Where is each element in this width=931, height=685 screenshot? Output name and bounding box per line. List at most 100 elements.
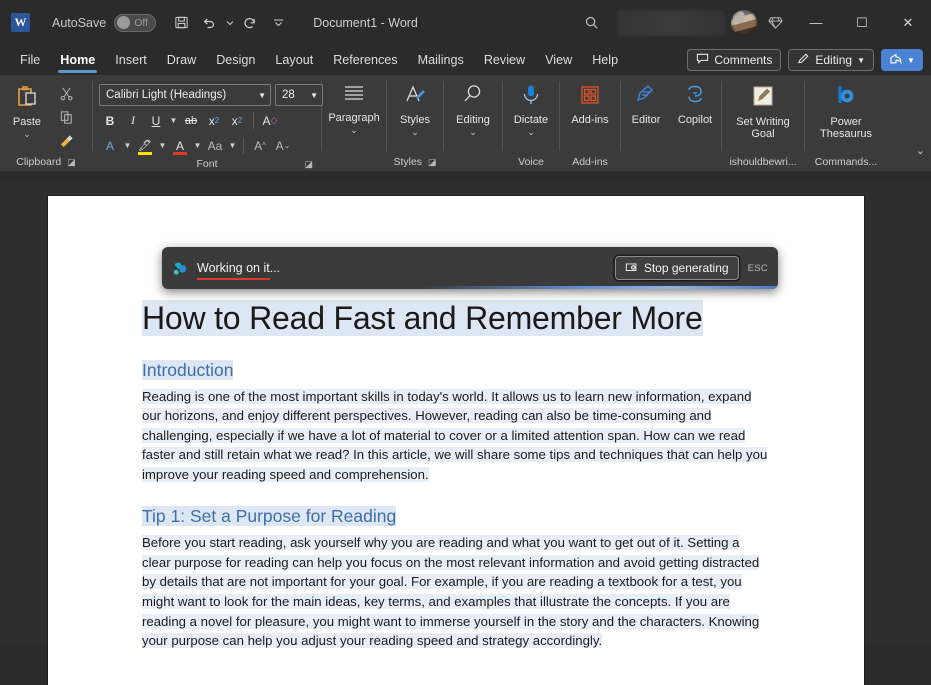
editor-copilot-group-label <box>621 154 721 171</box>
writing-goal-icon <box>750 83 776 113</box>
ribbon-group-editing: Editing ⌄ <box>444 75 502 171</box>
ribbon-group-styles: Styles ⌄ Styles ◪ <box>387 75 443 171</box>
font-dialog-launcher-icon[interactable]: ◪ <box>304 156 313 173</box>
text-effects-dropdown-icon[interactable]: ▼ <box>122 141 133 150</box>
addins-button[interactable]: Add-ins <box>563 80 617 126</box>
clipboard-dialog-launcher-icon[interactable]: ◪ <box>67 154 76 171</box>
shrink-font-button[interactable]: A ⌄ <box>272 135 294 156</box>
pencil-icon <box>797 52 810 68</box>
copilot-icon <box>683 83 707 111</box>
tab-view[interactable]: View <box>535 49 582 72</box>
tab-references[interactable]: References <box>323 49 407 72</box>
word-logo-icon: W <box>11 13 30 32</box>
autosave-state: Off <box>134 16 149 29</box>
redo-icon[interactable] <box>237 10 263 36</box>
undo-icon[interactable] <box>196 10 222 36</box>
ribbon-collapse-icon[interactable]: ⌄ <box>916 144 925 157</box>
autosave-toggle[interactable]: Off <box>114 13 157 32</box>
styles-dialog-launcher-icon[interactable]: ◪ <box>428 154 437 171</box>
customize-qat-icon[interactable] <box>265 10 291 36</box>
tab-file[interactable]: File <box>10 49 50 72</box>
separator <box>243 137 244 154</box>
stop-generating-button[interactable]: Stop generating <box>614 256 739 280</box>
change-case-button[interactable]: Aa <box>204 135 226 156</box>
change-case-dropdown-icon[interactable]: ▼ <box>227 141 238 150</box>
editor-button[interactable]: Editor <box>623 80 669 126</box>
save-icon[interactable] <box>168 10 194 36</box>
styles-button[interactable]: Styles ⌄ <box>388 80 442 138</box>
bold-button[interactable]: B <box>99 110 121 131</box>
underline-dropdown-icon[interactable]: ▼ <box>168 116 179 125</box>
chevron-down-icon[interactable]: ⌄ <box>411 127 419 137</box>
chevron-down-icon[interactable]: ▼ <box>310 91 318 100</box>
chevron-down-icon[interactable]: ⌄ <box>350 125 358 135</box>
font-color-button[interactable]: A <box>169 135 191 156</box>
eraser-icon: ◇ <box>270 115 278 125</box>
voice-group-label: Voice <box>518 156 544 168</box>
writing-goal-label: Set Writing Goal <box>736 115 790 141</box>
copy-icon[interactable] <box>54 106 78 128</box>
ribbon-group-editor-copilot: Editor Copilot <box>621 75 721 171</box>
share-button[interactable]: ▼ <box>881 49 923 71</box>
font-name-input[interactable]: Calibri Light (Headings) ▼ <box>99 84 271 106</box>
italic-button[interactable]: I <box>122 110 144 131</box>
highlight-dropdown-icon[interactable]: ▼ <box>157 141 168 150</box>
set-writing-goal-button[interactable]: Set Writing Goal <box>725 80 801 141</box>
dictate-button[interactable]: Dictate ⌄ <box>504 80 558 138</box>
paragraph-group-label <box>322 154 386 171</box>
tab-layout[interactable]: Layout <box>265 49 323 72</box>
autosave-knob <box>117 16 131 29</box>
strikethrough-button[interactable]: ab <box>180 110 202 131</box>
ribbon-group-font: Calibri Light (Headings) ▼ 28 ▼ B I U ▼ … <box>93 75 323 173</box>
power-thesaurus-label: Power Thesaurus <box>820 115 872 141</box>
tab-review[interactable]: Review <box>474 49 535 72</box>
paragraph-icon <box>341 83 367 109</box>
diamond-icon[interactable] <box>757 8 793 38</box>
power-thesaurus-icon <box>833 83 859 113</box>
paragraph-button[interactable]: Paragraph ⌄ <box>327 80 381 136</box>
autosave-label: AutoSave <box>52 15 107 30</box>
editing-button[interactable]: Editing ⌄ <box>446 80 500 138</box>
format-painter-icon[interactable] <box>54 130 78 152</box>
section-body-tip-1: Before you start reading, ask yourself w… <box>142 535 760 649</box>
editing-label: Editing <box>815 53 853 67</box>
chevron-down-icon[interactable]: ⌄ <box>527 127 535 137</box>
cut-icon[interactable] <box>54 82 78 104</box>
superscript-button[interactable]: x2 <box>226 110 248 131</box>
chevron-down-icon[interactable]: ▼ <box>258 91 266 100</box>
chevron-down-icon[interactable]: ⌄ <box>469 127 477 137</box>
editing-label: Editing <box>456 113 490 126</box>
paste-button[interactable]: Paste ⌄ <box>0 80 54 140</box>
highlight-button[interactable]: 🖊 <box>134 135 156 156</box>
section-heading-tip-1: Tip 1: Set a Purpose for Reading <box>142 506 397 527</box>
underline-button[interactable]: U <box>145 110 167 131</box>
minimize-button[interactable]: — <box>793 0 839 45</box>
tab-home[interactable]: Home <box>50 49 105 73</box>
font-size-input[interactable]: 28 ▼ <box>275 84 323 106</box>
text-effects-button[interactable]: A <box>99 135 121 156</box>
comments-button[interactable]: Comments <box>687 49 782 71</box>
tab-insert[interactable]: Insert <box>105 49 157 72</box>
editing-mode-button[interactable]: Editing ▼ <box>788 49 874 71</box>
tab-design[interactable]: Design <box>206 49 265 72</box>
chevron-down-icon[interactable]: ⌄ <box>23 129 31 139</box>
tab-help[interactable]: Help <box>582 49 628 72</box>
avatar[interactable] <box>731 9 757 36</box>
font-color-dropdown-icon[interactable]: ▼ <box>192 141 203 150</box>
maximize-button[interactable]: ☐ <box>839 0 885 45</box>
power-thesaurus-button[interactable]: Power Thesaurus <box>808 80 884 141</box>
undo-dropdown-icon[interactable] <box>224 10 235 36</box>
search-icon[interactable] <box>575 8 609 38</box>
font-group-label: Font ◪ <box>93 156 321 173</box>
section-body-introduction: Reading is one of the most important ski… <box>142 388 768 482</box>
tab-mailings[interactable]: Mailings <box>408 49 474 72</box>
close-button[interactable]: ✕ <box>885 0 931 45</box>
copilot-button[interactable]: Copilot <box>671 80 719 126</box>
styles-group-label: Styles ◪ <box>387 154 443 171</box>
tab-bar-right: Comments Editing ▼ ▼ <box>687 49 923 71</box>
grow-font-button[interactable]: A ^ <box>249 135 271 156</box>
subscript-button[interactable]: x2 <box>203 110 225 131</box>
tab-draw[interactable]: Draw <box>157 49 206 72</box>
ribbon: Paste ⌄ Clipboard ◪ Calibri Light (Headi… <box>0 75 931 171</box>
clear-formatting-button[interactable]: A ◇ <box>259 110 281 131</box>
